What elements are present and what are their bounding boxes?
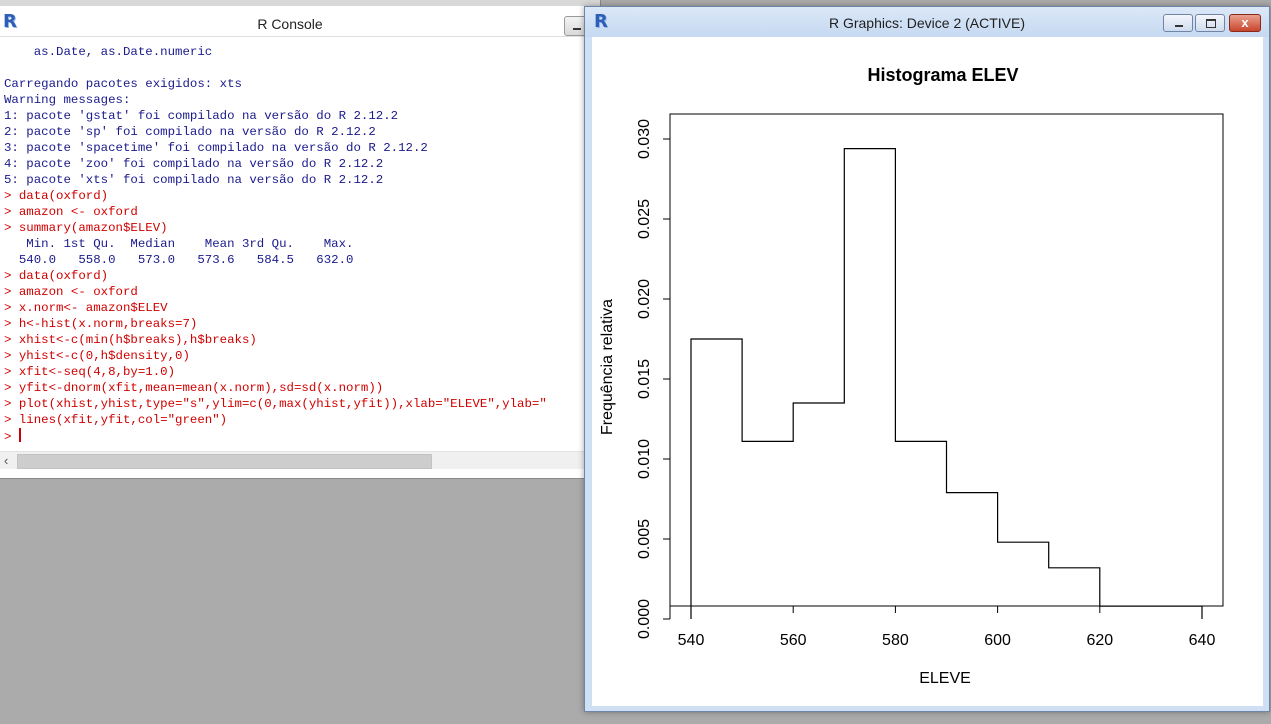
console-output-line: 5: pacote 'xts' foi compilado na versão …: [4, 173, 384, 187]
console-output-line: 1: pacote 'gstat' foi compilado na versã…: [4, 109, 399, 123]
close-button[interactable]: x: [1229, 14, 1261, 32]
y-tick-label: 0.005: [636, 519, 653, 559]
scrollbar-thumb[interactable]: [17, 454, 432, 469]
console-output-line: 2: pacote 'sp' foi compilado na versão d…: [4, 125, 376, 139]
chart-title: Histograma ELEV: [867, 65, 1018, 85]
console-command-line: > lines(xfit,yfit,col="green"): [4, 413, 228, 427]
console-prompt-line[interactable]: >: [4, 428, 594, 444]
r-console-window[interactable]: R R Console as.Date, as.Date.numeric Carr…: [0, 0, 601, 479]
console-output-line: as.Date, as.Date.numeric: [4, 45, 213, 59]
console-output-line: 3: pacote 'spacetime' foi compilado na v…: [4, 141, 428, 155]
console-command-line: > data(oxford): [4, 189, 109, 203]
x-tick-label: 600: [984, 632, 1011, 649]
minimize-button[interactable]: [1163, 14, 1193, 32]
y-tick-label: 0.000: [636, 599, 653, 639]
y-tick-label: 0.015: [636, 359, 653, 399]
y-axis: 0.000 0.005 0.010 0.015 0.020 0.025 0.030: [636, 119, 671, 639]
r-graphics-window[interactable]: R R Graphics: Device 2 (ACTIVE) x Histog…: [584, 6, 1270, 712]
y-axis-label: Frequência relativa: [599, 299, 616, 435]
y-tick-label: 0.025: [636, 199, 653, 239]
histogram-step-line: [690, 148, 1203, 619]
console-command-line: > amazon <- oxford: [4, 205, 138, 219]
console-command-line: > h<-hist(x.norm,breaks=7): [4, 317, 198, 331]
y-tick-label: 0.020: [636, 279, 653, 319]
x-tick-label: 640: [1189, 632, 1216, 649]
histogram-chart: Histograma ELEV 540 560 580 600 620 640 0.000…: [599, 65, 1224, 687]
console-output-line: Min. 1st Qu. Median Mean 3rd Qu. Max.: [4, 237, 354, 251]
console-output-line: 4: pacote 'zoo' foi compilado na versão …: [4, 157, 384, 171]
console-output-line: [4, 60, 594, 76]
console-command-line: > yhist<-c(0,h$density,0): [4, 349, 190, 363]
console-command-line: > data(oxford): [4, 269, 109, 283]
y-tick-label: 0.030: [636, 119, 653, 159]
x-tick-label: 540: [678, 632, 705, 649]
console-output[interactable]: as.Date, as.Date.numeric Carregando pacot…: [4, 44, 594, 444]
maximize-button[interactable]: [1195, 14, 1225, 32]
console-command-line: > xfit<-seq(4,8,by=1.0): [4, 365, 176, 379]
console-output-line: Warning messages:: [4, 93, 131, 107]
plot-box: [669, 113, 1224, 607]
x-axis-label: ELEVE: [919, 670, 971, 687]
text-cursor: [18, 428, 21, 442]
close-icon: x: [1241, 15, 1249, 30]
scroll-left-arrow-icon[interactable]: ‹: [4, 452, 16, 469]
console-horizontal-scrollbar[interactable]: ‹: [0, 451, 600, 469]
console-title: R Console: [257, 16, 323, 32]
console-command-line: > x.norm<- amazon$ELEV: [4, 301, 168, 315]
console-command-line: > plot(xhist,yhist,type="s",ylim=c(0,max…: [4, 397, 547, 411]
console-command-line: > xhist<-c(min(h$breaks),h$breaks): [4, 333, 257, 347]
console-titlebar[interactable]: R R Console: [0, 6, 600, 37]
x-tick-label: 560: [780, 632, 807, 649]
x-tick-label: 580: [882, 632, 909, 649]
y-tick-label: 0.010: [636, 439, 653, 479]
graphics-titlebar[interactable]: R R Graphics: Device 2 (ACTIVE) x: [585, 7, 1269, 37]
x-tick-label: 620: [1086, 632, 1113, 649]
minimize-icon: [1175, 25, 1183, 27]
console-prompt: >: [4, 430, 19, 444]
console-command-line: > amazon <- oxford: [4, 285, 138, 299]
console-output-line: Carregando pacotes exigidos: xts: [4, 77, 242, 91]
console-command-line: > summary(amazon$ELEV): [4, 221, 168, 235]
plot-area: Histograma ELEV 540 560 580 600 620 640 0.000…: [592, 37, 1263, 706]
console-command-line: > yfit<-dnorm(xfit,mean=mean(x.norm),sd=…: [4, 381, 384, 395]
console-output-line: 540.0 558.0 573.0 573.6 584.5 632.0: [4, 253, 354, 267]
x-axis: 540 560 580 600 620 640: [678, 605, 1216, 649]
maximize-icon: [1206, 19, 1216, 28]
